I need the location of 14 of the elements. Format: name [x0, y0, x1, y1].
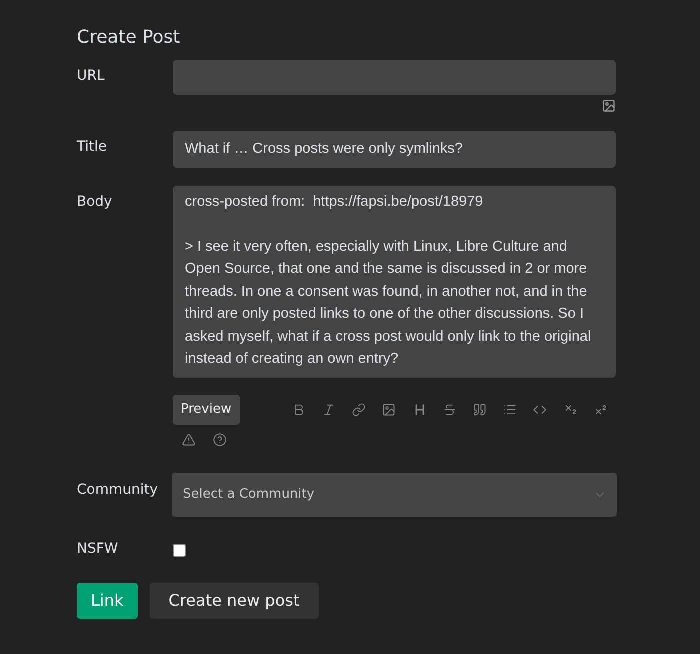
field-label: Community [77, 480, 160, 500]
image-upload-icon[interactable] [602, 99, 616, 113]
field-label: Body [77, 192, 114, 212]
field-label: URL [77, 67, 106, 86]
page-title: Create Post [77, 26, 182, 50]
title-field[interactable]: What if … Cross posts were only symlinks? [173, 131, 616, 168]
preview-button[interactable]: Preview [173, 394, 240, 424]
nsfw-checkbox[interactable] [173, 544, 186, 556]
community-select[interactable]: Select a Community [172, 472, 617, 516]
field-label: Title [77, 138, 108, 157]
create-post-button[interactable]: Create new post [150, 582, 319, 618]
url-field[interactable] [173, 60, 616, 95]
body-field[interactable]: cross-posted from: https://fapsi.be/post/18979 > I see it very often, especially with Linux, Libre Culture and Open Source, that one and the same is discussed in 2 or more threads. In one a consent was found, in another not, and in the third are only posted links to one of the other discussions. So I asked myself, what if a cross post would only link to the original instead of creating an own entry? [173, 186, 616, 378]
field-label: NSFW [77, 540, 120, 558]
